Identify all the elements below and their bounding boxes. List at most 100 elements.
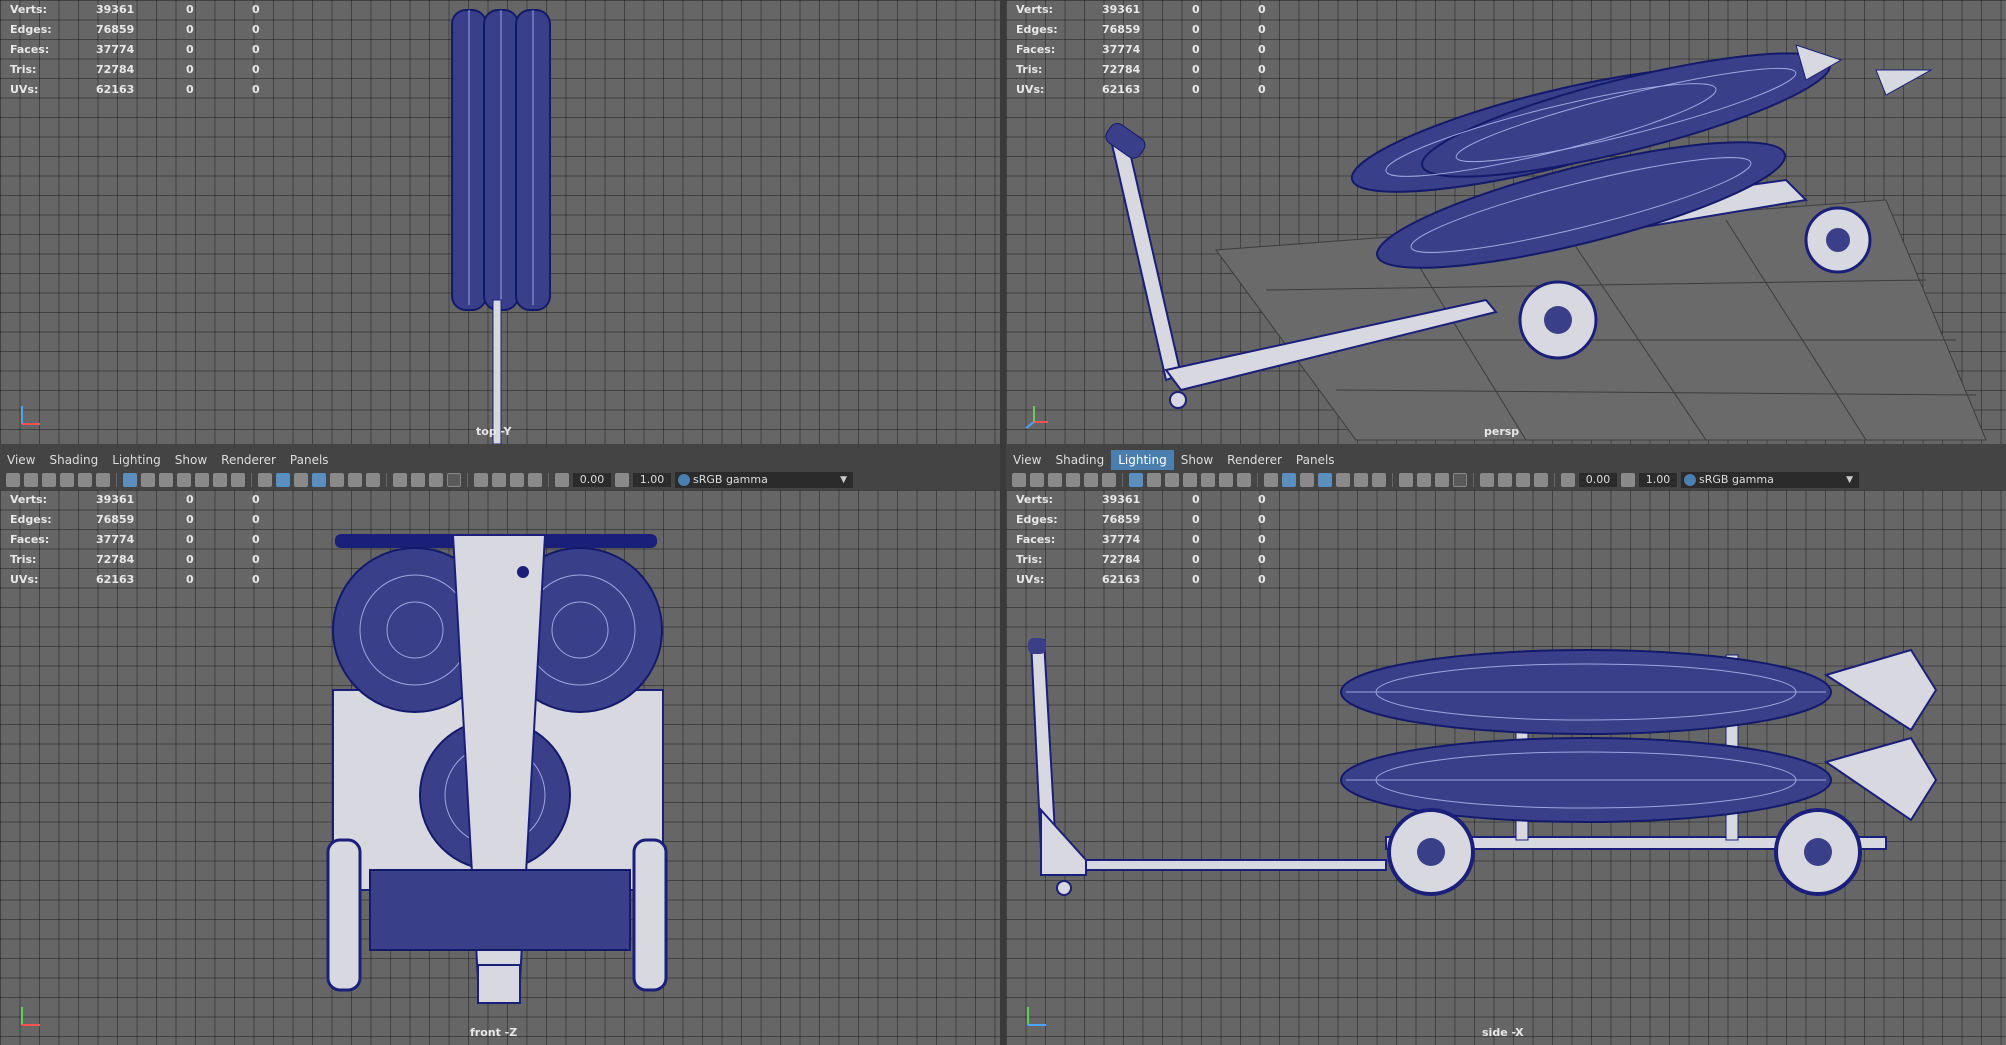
grease-pencil-icon[interactable] bbox=[1102, 473, 1116, 487]
viewport-top[interactable]: Verts: 39361 0 0 Edges: 76859 0 0 Faces: 37774 0… bbox=[0, 0, 1000, 444]
axis-gizmo-icon bbox=[21, 406, 40, 425]
menu-view[interactable]: View bbox=[0, 450, 42, 470]
textured-icon[interactable] bbox=[330, 473, 344, 487]
top-view-model[interactable] bbox=[0, 0, 1000, 444]
axis-gizmo-icon bbox=[1027, 1007, 1046, 1026]
panel-toolbar-left: 0.00 1.00 sRGB gamma ▼ bbox=[0, 470, 1000, 490]
resolution-gate-icon[interactable] bbox=[159, 473, 173, 487]
menu-panels[interactable]: Panels bbox=[283, 450, 336, 470]
wireframe-on-shaded-icon[interactable] bbox=[1318, 473, 1332, 487]
exposure-field[interactable]: 0.00 bbox=[1579, 473, 1617, 487]
xray-icon[interactable] bbox=[492, 473, 506, 487]
viewport-side[interactable]: Verts: 39361 0 0 Edges: 76859 0 0 Faces: 37774 0… bbox=[1006, 490, 2006, 1045]
exposure-icon[interactable] bbox=[555, 473, 569, 487]
safe-title-icon[interactable] bbox=[231, 473, 245, 487]
xray-joints-icon[interactable] bbox=[1534, 473, 1548, 487]
gamma-icon[interactable] bbox=[1621, 473, 1635, 487]
menu-lighting[interactable]: Lighting bbox=[105, 450, 168, 470]
wireframe-icon[interactable] bbox=[258, 473, 272, 487]
safe-action-icon[interactable] bbox=[1219, 473, 1233, 487]
screen-space-ao-icon[interactable] bbox=[1399, 473, 1413, 487]
gate-mask-icon[interactable] bbox=[1183, 473, 1197, 487]
bookmark-icon[interactable] bbox=[1048, 473, 1062, 487]
camera-attributes-icon[interactable] bbox=[1030, 473, 1044, 487]
anti-aliasing-icon[interactable] bbox=[1435, 473, 1449, 487]
use-all-lights-icon[interactable] bbox=[1354, 473, 1368, 487]
menu-view[interactable]: View bbox=[1006, 450, 1048, 470]
axis-gizmo-icon bbox=[21, 1007, 40, 1026]
shadows-icon[interactable] bbox=[366, 473, 380, 487]
side-view-model[interactable] bbox=[1006, 490, 2006, 1045]
persp-view-model[interactable] bbox=[1006, 0, 2006, 444]
xray-active-components-icon[interactable] bbox=[1516, 473, 1530, 487]
grease-pencil-icon[interactable] bbox=[96, 473, 110, 487]
panel-toolbar-right: 0.00 1.00 sRGB gamma ▼ bbox=[1006, 470, 2006, 490]
xray-joints-icon[interactable] bbox=[528, 473, 542, 487]
smooth-shade-icon[interactable] bbox=[1282, 473, 1296, 487]
use-all-lights-icon[interactable] bbox=[348, 473, 362, 487]
isolate-select-icon[interactable] bbox=[474, 473, 488, 487]
grid-icon[interactable] bbox=[1129, 473, 1143, 487]
xray-icon[interactable] bbox=[1498, 473, 1512, 487]
gamma-field[interactable]: 1.00 bbox=[633, 473, 671, 487]
camera-label-persp: persp bbox=[1484, 425, 1520, 438]
menu-show[interactable]: Show bbox=[1174, 450, 1220, 470]
depth-of-field-icon[interactable] bbox=[1453, 473, 1467, 487]
panel-menubar-right: View Shading Lighting Show Renderer Pane… bbox=[1006, 450, 2006, 470]
screen-space-ao-icon[interactable] bbox=[393, 473, 407, 487]
film-gate-icon[interactable] bbox=[1147, 473, 1161, 487]
wireframe-icon[interactable] bbox=[1264, 473, 1278, 487]
menu-renderer[interactable]: Renderer bbox=[214, 450, 283, 470]
color-management-dropdown[interactable]: sRGB gamma ▼ bbox=[675, 472, 853, 488]
image-plane-icon[interactable] bbox=[60, 473, 74, 487]
menu-show[interactable]: Show bbox=[168, 450, 214, 470]
isolate-select-icon[interactable] bbox=[1480, 473, 1494, 487]
color-management-icon bbox=[678, 474, 690, 486]
camera-attributes-icon[interactable] bbox=[24, 473, 38, 487]
viewport-front[interactable]: Verts: 39361 0 0 Edges: 76859 0 0 Faces: 37774 0… bbox=[0, 490, 1000, 1045]
grid-icon[interactable] bbox=[123, 473, 137, 487]
menu-shading[interactable]: Shading bbox=[42, 450, 105, 470]
xray-active-components-icon[interactable] bbox=[510, 473, 524, 487]
exposure-icon[interactable] bbox=[1561, 473, 1575, 487]
image-plane-icon[interactable] bbox=[1066, 473, 1080, 487]
2d-pan-zoom-icon[interactable] bbox=[1084, 473, 1098, 487]
bookmark-icon[interactable] bbox=[42, 473, 56, 487]
exposure-field[interactable]: 0.00 bbox=[573, 473, 611, 487]
safe-title-icon[interactable] bbox=[1237, 473, 1251, 487]
viewport-divider-vertical[interactable] bbox=[1000, 0, 1006, 1045]
smooth-shade-icon[interactable] bbox=[276, 473, 290, 487]
camera-select-icon[interactable] bbox=[1012, 473, 1026, 487]
default-material-icon[interactable] bbox=[1300, 473, 1314, 487]
viewport-persp[interactable]: Verts: 39361 0 0 Edges: 76859 0 0 Faces: 37774 0… bbox=[1006, 0, 2006, 444]
anti-aliasing-icon[interactable] bbox=[429, 473, 443, 487]
field-chart-icon[interactable] bbox=[195, 473, 209, 487]
menu-renderer[interactable]: Renderer bbox=[1220, 450, 1289, 470]
2d-pan-zoom-icon[interactable] bbox=[78, 473, 92, 487]
front-view-model[interactable] bbox=[0, 490, 1000, 1045]
wireframe-on-shaded-icon[interactable] bbox=[312, 473, 326, 487]
shadows-icon[interactable] bbox=[1372, 473, 1386, 487]
menu-panels[interactable]: Panels bbox=[1289, 450, 1342, 470]
menu-lighting[interactable]: Lighting bbox=[1111, 450, 1174, 470]
menu-shading[interactable]: Shading bbox=[1048, 450, 1111, 470]
textured-icon[interactable] bbox=[1336, 473, 1350, 487]
default-material-icon[interactable] bbox=[294, 473, 308, 487]
chevron-down-icon: ▼ bbox=[840, 475, 847, 485]
film-gate-icon[interactable] bbox=[141, 473, 155, 487]
resolution-gate-icon[interactable] bbox=[1165, 473, 1179, 487]
camera-label-side: side -X bbox=[1482, 1026, 1524, 1039]
gamma-icon[interactable] bbox=[615, 473, 629, 487]
depth-of-field-icon[interactable] bbox=[447, 473, 461, 487]
camera-select-icon[interactable] bbox=[6, 473, 20, 487]
color-management-dropdown[interactable]: sRGB gamma ▼ bbox=[1681, 472, 1859, 488]
motion-blur-icon[interactable] bbox=[1417, 473, 1431, 487]
safe-action-icon[interactable] bbox=[213, 473, 227, 487]
gate-mask-icon[interactable] bbox=[177, 473, 191, 487]
field-chart-icon[interactable] bbox=[1201, 473, 1215, 487]
motion-blur-icon[interactable] bbox=[411, 473, 425, 487]
gamma-field[interactable]: 1.00 bbox=[1639, 473, 1677, 487]
chevron-down-icon: ▼ bbox=[1846, 475, 1853, 485]
camera-label-front: front -Z bbox=[470, 1026, 518, 1039]
axis-gizmo-icon bbox=[1025, 406, 1048, 429]
